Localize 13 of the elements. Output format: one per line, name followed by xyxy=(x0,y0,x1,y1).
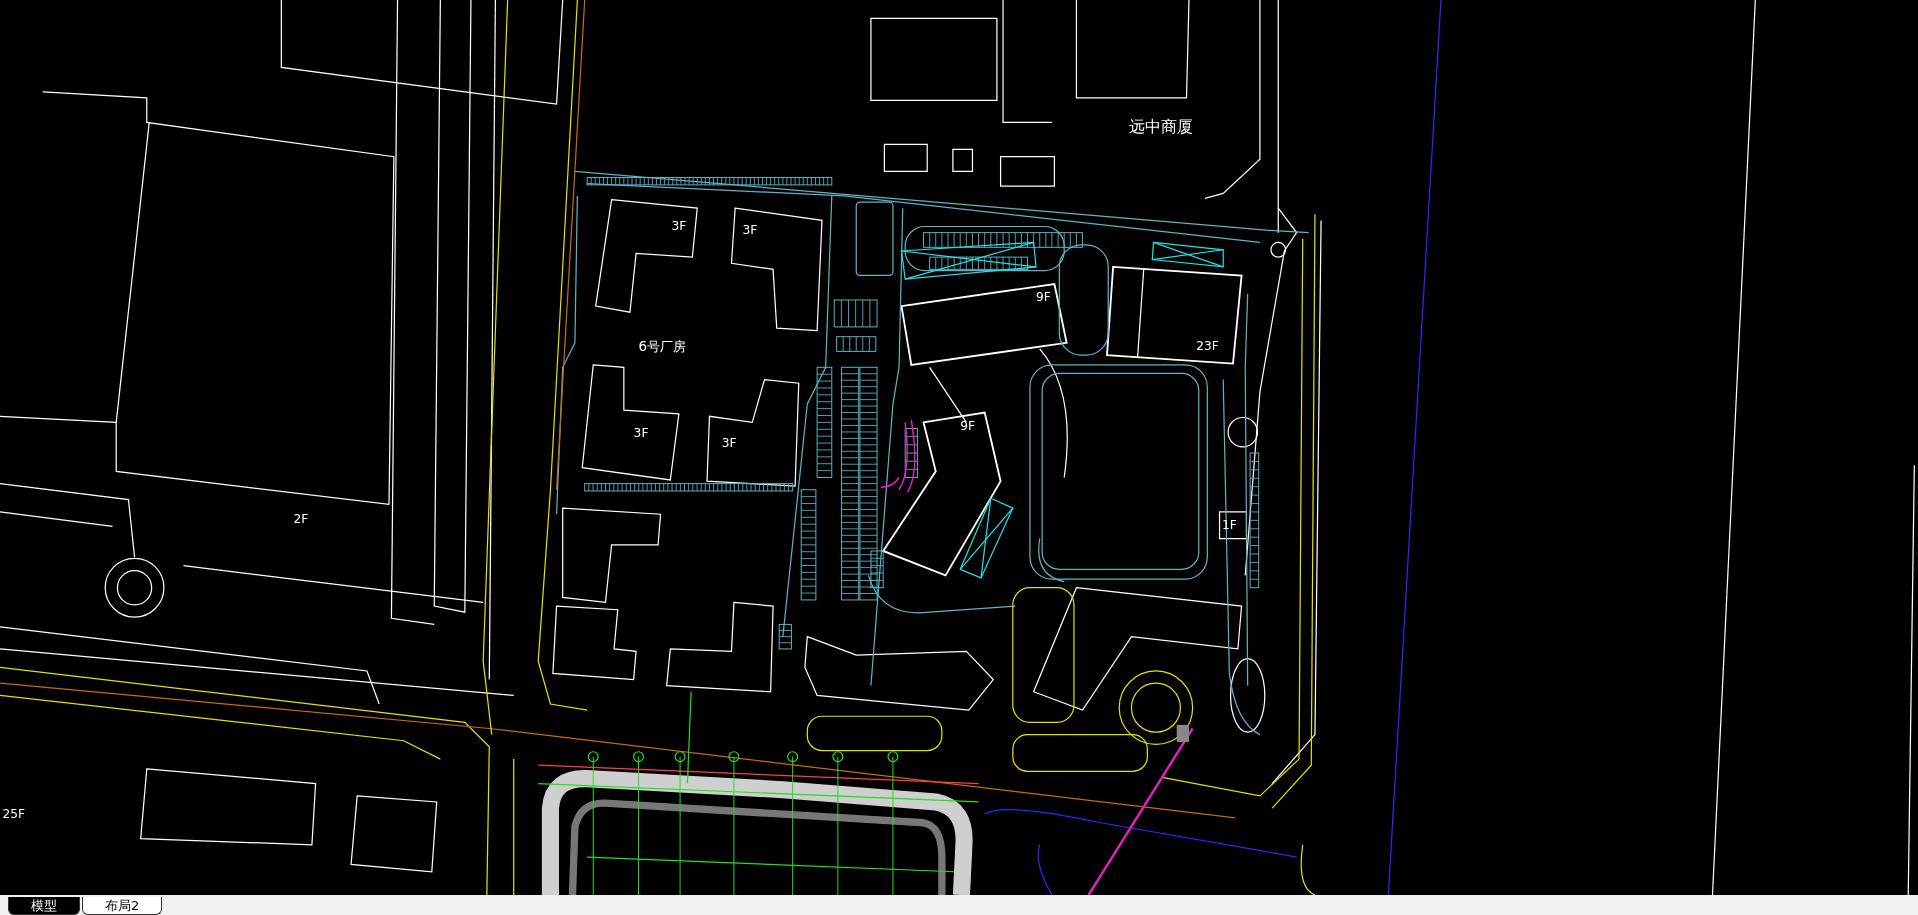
floor-label: 3F xyxy=(633,426,649,441)
floor-label: 3F xyxy=(671,219,687,234)
floor-label: 6号厂房 xyxy=(638,339,687,355)
floor-label: 9F xyxy=(1036,290,1051,305)
floor-label: 23F xyxy=(1196,339,1219,354)
floor-label: 远中商厦 xyxy=(1129,117,1193,137)
floor-label: 3F xyxy=(721,435,737,450)
floor-label: 9F xyxy=(960,418,976,433)
layout-tab[interactable]: 模型 xyxy=(8,897,80,915)
floor-label: 2F xyxy=(293,511,309,526)
floor-label: 3F xyxy=(742,222,758,237)
floor-label: 25F xyxy=(2,806,25,821)
layout-tab[interactable]: 布局2 xyxy=(82,897,163,915)
